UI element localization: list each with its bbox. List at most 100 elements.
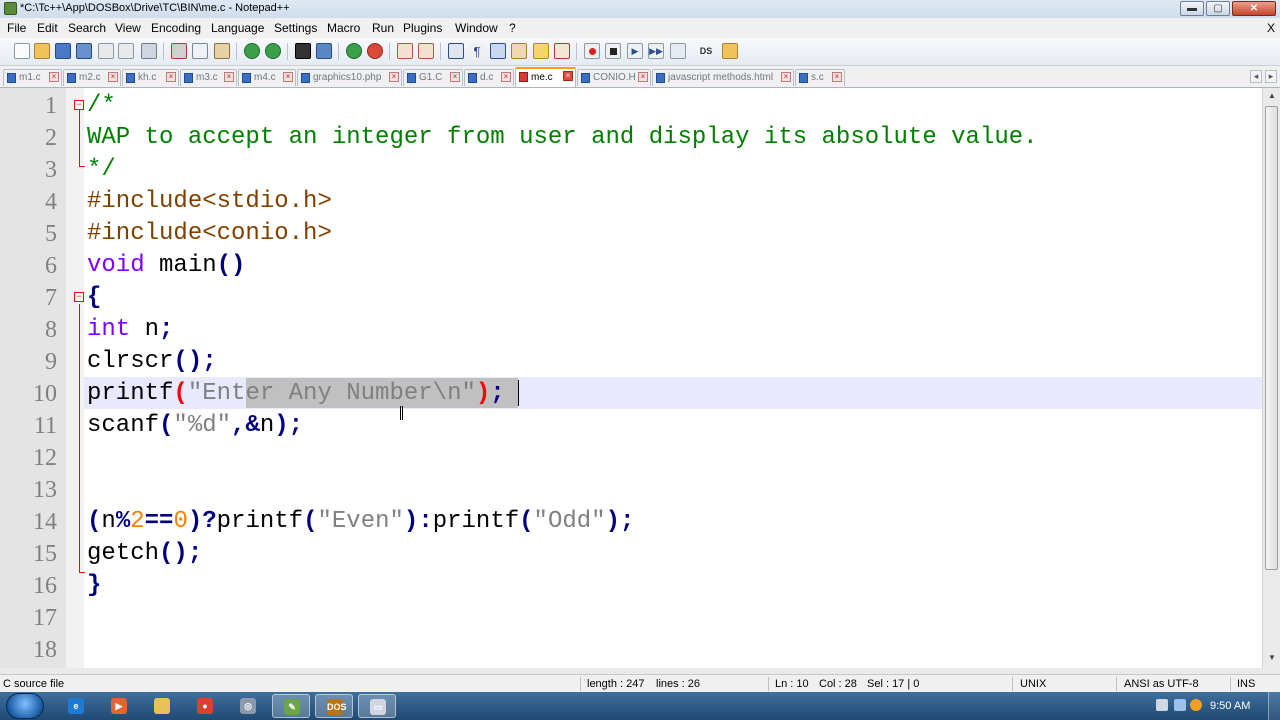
line-number: 6 <box>45 253 57 279</box>
cut-icon[interactable] <box>171 43 187 59</box>
menu-view[interactable]: View <box>115 21 141 35</box>
tab-m2-c[interactable]: m2.c × <box>63 69 121 86</box>
record-macro-icon[interactable] <box>584 43 600 59</box>
play-macro-icon[interactable]: ▶ <box>627 43 643 59</box>
menu-search[interactable]: Search <box>68 21 106 35</box>
find-icon[interactable] <box>295 43 311 59</box>
vertical-scrollbar[interactable]: ▲ ▼ <box>1262 88 1280 668</box>
update-icon[interactable] <box>1190 699 1202 711</box>
tab-conio-h[interactable]: CONIO.H × <box>577 69 651 86</box>
minimize-button[interactable]: ▬ <box>1180 1 1204 16</box>
taskbar-window[interactable]: ▭ <box>358 694 396 718</box>
close-tab-icon[interactable]: × <box>563 71 573 81</box>
menu-language[interactable]: Language <box>211 21 264 35</box>
menu-window[interactable]: Window <box>455 21 498 35</box>
indent-guide-icon[interactable] <box>490 43 506 59</box>
zoom-out-icon[interactable] <box>367 43 383 59</box>
function-list-icon[interactable] <box>554 43 570 59</box>
close-tab-icon[interactable]: × <box>781 72 791 82</box>
tab-me-c[interactable]: me.c × <box>515 67 576 87</box>
close-tab-icon[interactable]: × <box>638 72 648 82</box>
close-tab-icon[interactable]: × <box>389 72 399 82</box>
code-editor[interactable]: 1 2 3 4 5 6 7 8 9 10 11 12 13 14 15 16 1… <box>0 88 1262 668</box>
dspellcheck-icon[interactable]: DS <box>698 43 714 59</box>
close-all-icon[interactable] <box>118 43 134 59</box>
close-document-button[interactable]: X <box>1267 21 1275 35</box>
redo-icon[interactable] <box>265 43 281 59</box>
toolbar-separator <box>576 43 577 60</box>
user-language-icon[interactable] <box>511 43 527 59</box>
taskbar-dosbox[interactable]: DOS <box>315 694 353 718</box>
tab-scroll-left-button[interactable]: ◂ <box>1250 70 1262 83</box>
taskbar-chrome[interactable]: ● <box>186 694 224 718</box>
zoom-in-icon[interactable] <box>346 43 362 59</box>
code-line-3: */ <box>87 156 116 183</box>
scroll-down-arrow-icon[interactable]: ▼ <box>1264 650 1280 666</box>
plugin-icon[interactable] <box>722 43 738 59</box>
menu-run[interactable]: Run <box>372 21 394 35</box>
fold-toggle-icon[interactable]: − <box>74 292 84 302</box>
undo-icon[interactable] <box>244 43 260 59</box>
new-file-icon[interactable] <box>14 43 30 59</box>
show-desktop-button[interactable] <box>1268 692 1280 720</box>
close-tab-icon[interactable]: × <box>501 72 511 82</box>
menu-settings[interactable]: Settings <box>274 21 317 35</box>
tab-m4-c[interactable]: m4.c × <box>238 69 296 86</box>
tab-m3-c[interactable]: m3.c × <box>180 69 237 86</box>
taskbar-clock[interactable]: 9:50 AM <box>1210 700 1250 712</box>
save-icon[interactable] <box>55 43 71 59</box>
show-all-characters-icon[interactable]: ¶ <box>469 43 485 59</box>
menu-encoding[interactable]: Encoding <box>151 21 201 35</box>
taskbar-ie[interactable]: e <box>57 694 95 718</box>
tab-javascript-methods-html[interactable]: javascript methods.html × <box>652 69 794 86</box>
paste-icon[interactable] <box>214 43 230 59</box>
status-lines: lines : 26 <box>656 678 701 690</box>
close-tab-icon[interactable]: × <box>283 72 293 82</box>
close-window-button[interactable]: ✕ <box>1232 1 1276 16</box>
menu-help[interactable]: ? <box>509 21 516 35</box>
copy-icon[interactable] <box>192 43 208 59</box>
save-all-icon[interactable] <box>76 43 92 59</box>
menu-plugins[interactable]: Plugins <box>403 21 442 35</box>
menu-macro[interactable]: Macro <box>327 21 360 35</box>
fold-toggle-icon[interactable]: − <box>74 100 84 110</box>
print-icon[interactable] <box>141 43 157 59</box>
file-icon <box>67 73 76 83</box>
close-tab-icon[interactable]: × <box>108 72 118 82</box>
tab-d-c[interactable]: d.c × <box>464 69 514 86</box>
action-center-icon[interactable] <box>1156 699 1168 711</box>
tab-g1-c[interactable]: G1.C × <box>403 69 463 86</box>
network-icon[interactable] <box>1174 699 1186 711</box>
start-button[interactable] <box>6 693 44 719</box>
tab-scroll-right-button[interactable]: ▸ <box>1265 70 1277 83</box>
close-tab-icon[interactable]: × <box>224 72 234 82</box>
close-file-icon[interactable] <box>98 43 114 59</box>
taskbar-file-explorer[interactable] <box>143 694 181 718</box>
close-tab-icon[interactable]: × <box>49 72 59 82</box>
sync-vertical-icon[interactable] <box>397 43 413 59</box>
doc-map-icon[interactable] <box>533 43 549 59</box>
taskbar-media-player[interactable]: ▶ <box>100 694 138 718</box>
replace-icon[interactable] <box>316 43 332 59</box>
close-tab-icon[interactable]: × <box>450 72 460 82</box>
word-wrap-icon[interactable] <box>448 43 464 59</box>
tab-s-c[interactable]: s.c × <box>795 69 845 86</box>
sync-horizontal-icon[interactable] <box>418 43 434 59</box>
status-file-type: C source file <box>3 678 65 690</box>
tab-m1-c[interactable]: m1.c × <box>3 69 62 86</box>
close-tab-icon[interactable]: × <box>166 72 176 82</box>
run-macro-multiple-icon[interactable]: ▶▶ <box>648 43 664 59</box>
taskbar-app[interactable]: ◎ <box>229 694 267 718</box>
taskbar-notepad-plus-plus[interactable]: ✎ <box>272 694 310 718</box>
maximize-button[interactable]: ▢ <box>1206 1 1230 16</box>
scrollbar-thumb[interactable] <box>1265 106 1278 570</box>
tab-kh-c[interactable]: kh.c × <box>122 69 179 86</box>
close-tab-icon[interactable]: × <box>832 72 842 82</box>
stop-recording-icon[interactable] <box>605 43 621 59</box>
open-folder-icon[interactable] <box>34 43 50 59</box>
scroll-up-arrow-icon[interactable]: ▲ <box>1264 88 1280 104</box>
menu-file[interactable]: File <box>7 21 26 35</box>
menu-edit[interactable]: Edit <box>37 21 58 35</box>
tab-graphics10-php[interactable]: graphics10.php × <box>297 69 402 86</box>
save-macro-icon[interactable] <box>670 43 686 59</box>
